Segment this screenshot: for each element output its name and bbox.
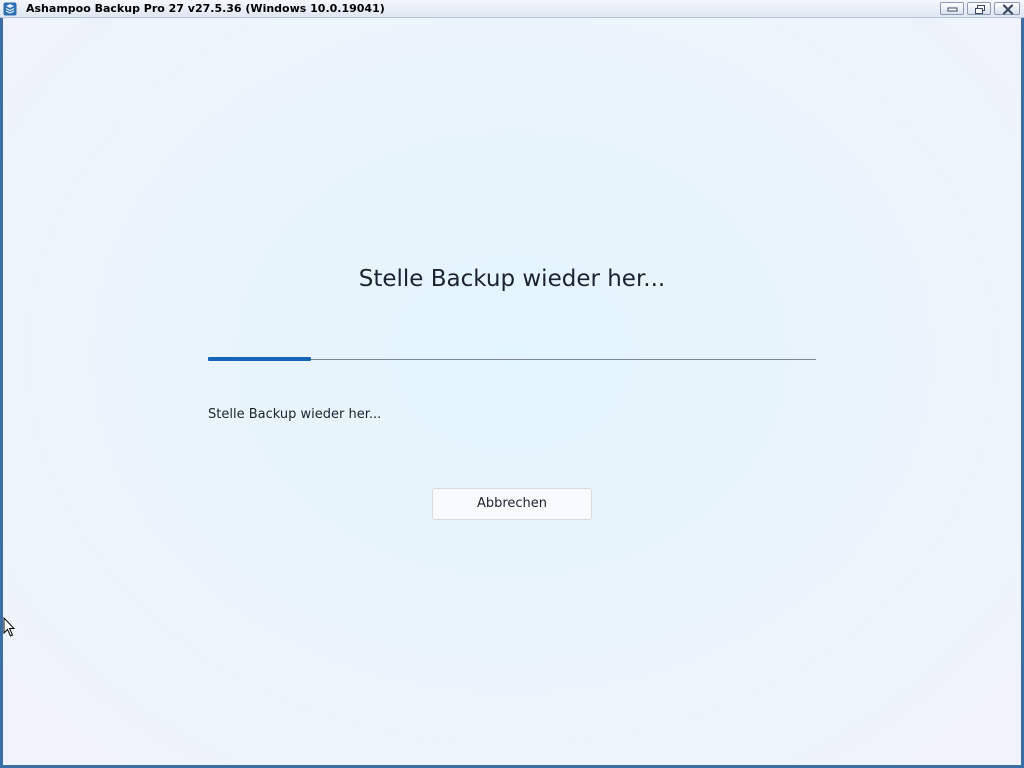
progress-bar-fill	[208, 357, 311, 361]
minimize-icon	[947, 7, 958, 12]
restore-icon	[975, 5, 985, 14]
window-title: Ashampoo Backup Pro 27 v27.5.36 (Windows…	[26, 2, 385, 15]
status-text: Stelle Backup wieder her...	[208, 407, 382, 422]
restore-button[interactable]	[967, 2, 991, 15]
app-backup-icon[interactable]	[3, 2, 17, 16]
title-bar[interactable]: Ashampoo Backup Pro 27 v27.5.36 (Windows…	[0, 0, 1024, 18]
restore-progress-panel: Stelle Backup wieder her... Stelle Backu…	[3, 18, 1021, 765]
mouse-cursor-icon	[3, 617, 15, 637]
close-button[interactable]	[994, 2, 1020, 15]
app-window: Ashampoo Backup Pro 27 v27.5.36 (Windows…	[0, 0, 1024, 768]
minimize-button[interactable]	[940, 2, 964, 15]
close-icon	[1002, 4, 1014, 15]
page-title: Stelle Backup wieder her...	[358, 266, 666, 292]
cancel-button[interactable]: Abbrechen	[432, 488, 592, 520]
